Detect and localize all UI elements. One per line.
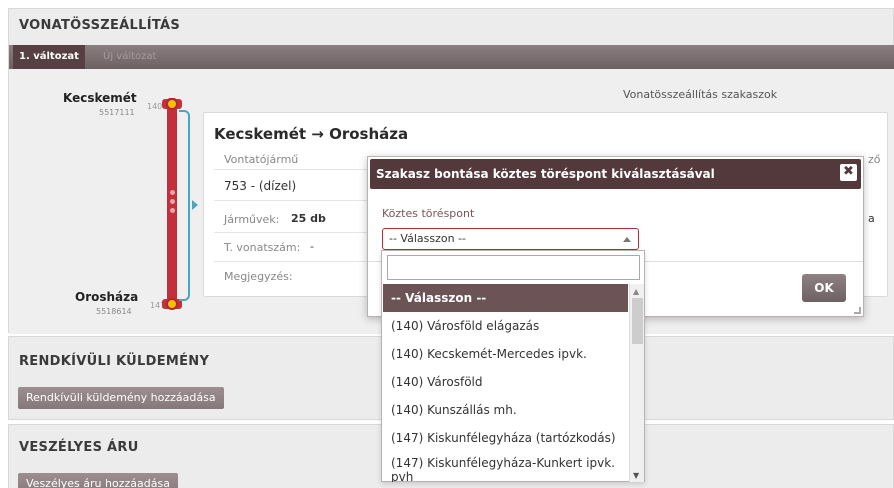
- dropdown-scrollbar[interactable]: ▲ ▼: [629, 284, 644, 482]
- end-station-code: 5518614: [96, 307, 132, 316]
- locomotive-label: Vontatójármű: [224, 153, 299, 166]
- breakpoint-label: Köztes töréspont: [382, 207, 475, 220]
- breakpoint-dropdown: -- Válasszon -- (140) Városföld elágazás…: [381, 250, 645, 482]
- close-icon[interactable]: ✖: [840, 164, 857, 181]
- start-station-code: 5517111: [99, 108, 135, 117]
- dropdown-options: -- Válasszon -- (140) Városföld elágazás…: [383, 284, 628, 482]
- row-divider: [214, 232, 374, 233]
- remark-label: Megjegyzés:: [224, 270, 293, 283]
- scroll-down-icon[interactable]: ▼: [633, 471, 639, 480]
- breakpoint-select-value: -- Válasszon --: [389, 232, 467, 245]
- panel-title-dangerous-goods: VESZÉLYES ÁRU: [19, 440, 139, 455]
- panel-title-special-shipment: RENDKÍVÜLI KÜLDEMÉNY: [19, 354, 210, 369]
- dropdown-search-input[interactable]: [387, 255, 640, 280]
- breakpoint-select[interactable]: -- Válasszon --: [382, 228, 639, 250]
- locomotive-value: 753 - (dízel): [224, 179, 297, 193]
- dropdown-option[interactable]: (140) Városföld elágazás: [383, 312, 628, 340]
- dropdown-option-selected[interactable]: -- Válasszon --: [383, 284, 628, 312]
- add-special-shipment-button[interactable]: Rendkívüli küldemény hozzáadása: [18, 387, 224, 409]
- add-dangerous-goods-button[interactable]: Veszélyes áru hozzáadása: [18, 473, 178, 488]
- segments-header: Vonatösszeállítás szakaszok: [623, 88, 778, 101]
- rail-handle-dot: [170, 208, 175, 213]
- dropdown-option[interactable]: (140) Kecskemét-Mercedes ipvk.: [383, 340, 628, 368]
- vehicles-label: Járművek:: [224, 213, 280, 226]
- tab-new-version[interactable]: Új változat: [97, 45, 162, 69]
- tab-version-1[interactable]: 1. változat: [13, 45, 85, 69]
- end-station-name: Orosháza: [75, 290, 139, 304]
- start-station-name: Kecskemét: [63, 91, 137, 105]
- end-station-node[interactable]: [166, 298, 178, 310]
- row-divider: [214, 169, 374, 170]
- resize-grip-icon[interactable]: [854, 307, 861, 314]
- segment-bracket: [179, 110, 190, 301]
- bracket-arrow-icon: [192, 200, 198, 210]
- chevron-up-icon: [623, 237, 631, 242]
- dropdown-option[interactable]: (140) Kunszállás mh.: [383, 396, 628, 424]
- segment-route: Kecskemét → Orosháza: [214, 125, 409, 143]
- version-tabbar: 1. változat Új változat: [9, 45, 894, 69]
- row-divider: [214, 200, 374, 201]
- row-divider: [214, 261, 374, 262]
- train-number-label: T. vonatszám:: [224, 241, 301, 254]
- scroll-up-icon[interactable]: ▲: [633, 287, 639, 296]
- scrollbar-thumb[interactable]: [632, 298, 643, 344]
- dropdown-option[interactable]: (140) Városföld: [383, 368, 628, 396]
- panel-title-composition: VONATÖSSZEÁLLÍTÁS: [19, 18, 181, 33]
- start-station-node[interactable]: [166, 98, 178, 110]
- vehicles-value: 25 db: [291, 212, 326, 225]
- ok-button[interactable]: OK: [802, 274, 846, 302]
- rail-handle-dot: [170, 199, 175, 204]
- train-number-value: -: [310, 240, 314, 253]
- dropdown-option[interactable]: (147) Kiskunfélegyháza (tartózkodás): [383, 424, 628, 452]
- column-label-cut: ző: [868, 153, 881, 166]
- dropdown-option[interactable]: (147) Kiskunfélegyháza-Kunkert ipvk. pvh: [383, 452, 628, 482]
- start-station-km: 140: [147, 102, 163, 111]
- dialog-title: Szakasz bontása köztes töréspont kiválas…: [370, 159, 861, 189]
- rail-handle-dot: [170, 190, 175, 195]
- column-value-cut: a: [868, 212, 875, 225]
